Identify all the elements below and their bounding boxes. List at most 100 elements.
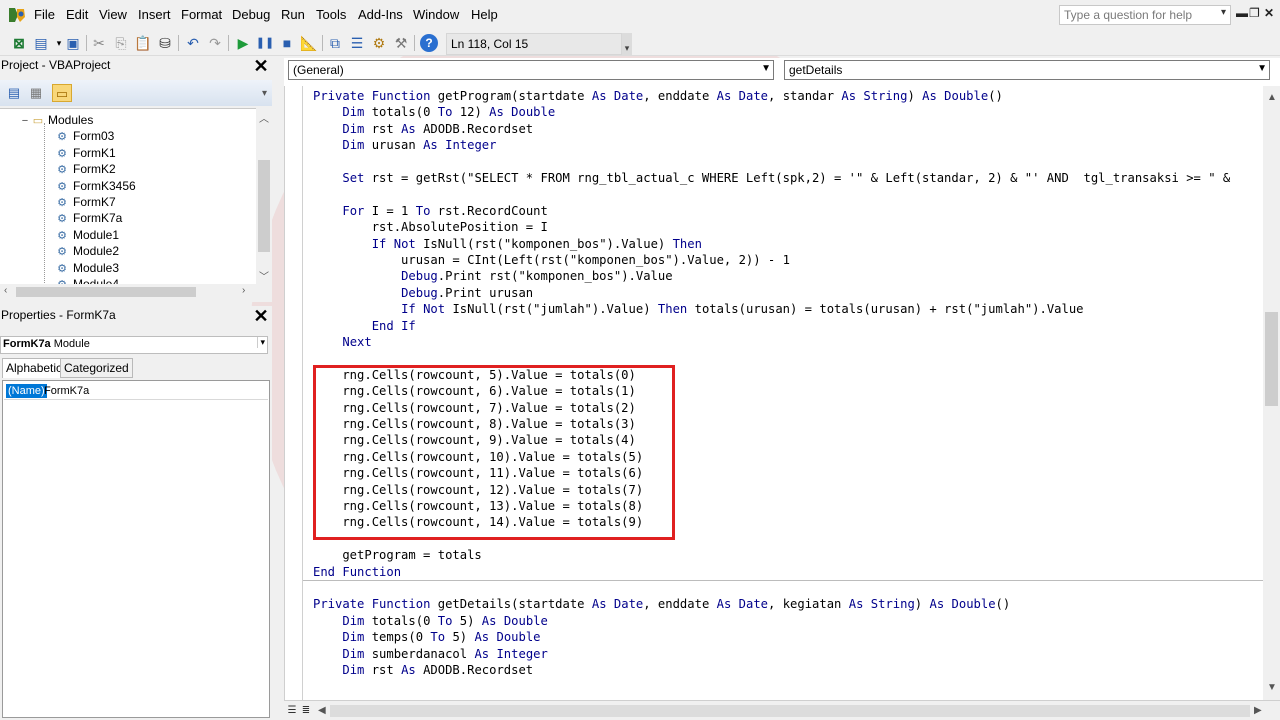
scrollbar-thumb[interactable] <box>1265 312 1278 406</box>
object-combo[interactable]: (General) ▼ <box>288 60 774 80</box>
tree-item[interactable]: − ▭ Modules <box>20 113 94 129</box>
tree-item[interactable]: ⚙ Module2 <box>54 244 119 260</box>
code-line[interactable]: rng.Cells(rowcount, 11).Value = totals(6… <box>313 465 643 481</box>
code-line[interactable]: Dim rst As ADODB.Recordset <box>313 121 533 137</box>
tree-item[interactable]: ⚙Module4 <box>54 277 119 284</box>
excel-view-icon[interactable]: ⊠ <box>10 34 28 52</box>
run-icon[interactable]: ▶ <box>234 34 252 52</box>
scroll-up-icon[interactable]: ︿ <box>259 110 269 125</box>
paste-icon[interactable]: 📋 <box>134 34 152 52</box>
insert-userform-icon[interactable]: ▤ <box>32 34 50 52</box>
view-object-icon[interactable]: ▦ <box>26 84 46 102</box>
code-line[interactable]: rng.Cells(rowcount, 5).Value = totals(0) <box>313 367 636 383</box>
menu-add-ins[interactable]: Add-Ins <box>358 7 403 22</box>
menu-edit[interactable]: Edit <box>66 7 88 22</box>
procedure-combo[interactable]: getDetails ▼ <box>784 60 1270 80</box>
code-line[interactable]: rng.Cells(rowcount, 12).Value = totals(7… <box>313 482 643 498</box>
code-line[interactable]: End Function <box>313 564 401 580</box>
cut-icon[interactable]: ✂ <box>90 34 108 52</box>
code-line[interactable]: Private Function getDetails(startdate As… <box>313 596 1010 612</box>
scroll-left-icon[interactable]: ‹ <box>4 285 7 296</box>
close-icon[interactable]: ✕ <box>252 307 270 326</box>
tree-item[interactable]: ⚙ Module3 <box>54 261 119 277</box>
scroll-down-icon[interactable]: ▼ <box>1267 682 1277 693</box>
minimize-icon[interactable]: ▬ <box>1236 6 1248 20</box>
scrollbar-thumb[interactable] <box>330 705 1250 717</box>
design-mode-icon[interactable]: 📐 <box>300 34 318 52</box>
code-line[interactable]: getProgram = totals <box>313 547 481 563</box>
properties-window-icon[interactable]: ☰ <box>348 34 366 52</box>
collapse-icon[interactable]: − <box>20 115 30 127</box>
property-value[interactable]: FormK7a <box>44 384 89 398</box>
menu-run[interactable]: Run <box>281 7 305 22</box>
view-code-icon[interactable]: ▤ <box>4 84 24 102</box>
menu-help[interactable]: Help <box>471 7 498 22</box>
tree-item[interactable]: ⚙ Module1 <box>54 228 119 244</box>
code-line[interactable]: rng.Cells(rowcount, 7).Value = totals(2) <box>313 400 636 416</box>
code-line[interactable]: Debug.Print rst("komponen_bos").Value <box>313 268 673 284</box>
scroll-down-icon[interactable]: ﹀ <box>259 268 269 283</box>
toolbar-overflow-icon[interactable]: ▾ <box>622 33 632 55</box>
redo-icon[interactable]: ↷ <box>206 34 224 52</box>
chevron-down-icon[interactable]: ▾ <box>1221 7 1226 18</box>
chevron-down-icon[interactable]: ▾ <box>257 337 265 348</box>
code-line[interactable]: Dim totals(0 To 5) As Double <box>313 613 548 629</box>
tab-categorized[interactable]: Categorized <box>60 358 133 378</box>
code-vertical-scrollbar[interactable]: ▲ ▼ <box>1263 86 1280 700</box>
code-line[interactable]: Private Function getProgram(startdate As… <box>313 88 1003 104</box>
code-line[interactable]: rng.Cells(rowcount, 10).Value = totals(5… <box>313 449 643 465</box>
vba-app-icon[interactable] <box>6 5 28 25</box>
restore-icon[interactable]: ❐ <box>1249 6 1260 20</box>
menu-view[interactable]: View <box>99 7 127 22</box>
tab-alphabetic[interactable]: Alphabetic <box>2 358 67 378</box>
break-icon[interactable]: ❚❚ <box>256 34 274 52</box>
full-module-view-icon[interactable]: ≣ <box>300 704 312 718</box>
tree-vertical-scrollbar[interactable]: ︿ ﹀ <box>256 108 272 284</box>
tree-item[interactable]: ⚙ FormK3456 <box>54 179 136 195</box>
close-icon[interactable]: ✕ <box>252 57 270 76</box>
scroll-up-icon[interactable]: ▲ <box>1267 92 1277 103</box>
help-search-input[interactable]: Type a question for help ▾ <box>1059 5 1231 25</box>
object-browser-icon[interactable]: ⚙ <box>370 34 388 52</box>
help-icon[interactable]: ? <box>420 34 438 52</box>
object-select[interactable]: FormK7a Module ▾ <box>0 336 268 354</box>
code-line[interactable]: For I = 1 To rst.RecordCount <box>313 203 547 219</box>
tree-item[interactable]: ⚙ FormK2 <box>54 162 116 178</box>
code-line[interactable]: Dim urusan As Integer <box>313 137 496 153</box>
menu-window[interactable]: Window <box>413 7 459 22</box>
code-line[interactable]: rng.Cells(rowcount, 14).Value = totals(9… <box>313 514 643 530</box>
save-icon[interactable]: ▣ <box>64 34 82 52</box>
menu-file[interactable]: File <box>34 7 55 22</box>
menu-debug[interactable]: Debug <box>232 7 270 22</box>
toolbox-icon[interactable]: ⚒ <box>392 34 410 52</box>
scrollbar-thumb[interactable] <box>16 287 196 297</box>
tree-horizontal-scrollbar[interactable]: ‹ › <box>0 284 256 300</box>
find-icon[interactable]: ⛁ <box>156 34 174 52</box>
project-explorer-icon[interactable]: ⧉ <box>326 34 344 52</box>
code-horizontal-scrollbar[interactable]: ☰ ≣ ◀ ▶ <box>284 700 1280 720</box>
code-line[interactable]: rng.Cells(rowcount, 6).Value = totals(1) <box>313 383 636 399</box>
code-line[interactable]: Next <box>313 334 371 350</box>
code-line[interactable]: rng.Cells(rowcount, 8).Value = totals(3) <box>313 416 636 432</box>
code-line[interactable]: Dim rst As ADODB.Recordset <box>313 662 533 678</box>
scroll-right-icon[interactable]: ▶ <box>1254 705 1262 716</box>
code-editor[interactable]: Private Function getProgram(startdate As… <box>284 86 1263 700</box>
close-icon[interactable]: ✕ <box>1264 6 1274 20</box>
margin-indicator-bar[interactable] <box>285 86 303 700</box>
tree-item[interactable]: ⚙ FormK1 <box>54 146 116 162</box>
scrollbar-thumb[interactable] <box>258 160 270 252</box>
code-line[interactable]: Set rst = getRst("SELECT * FROM rng_tbl_… <box>313 170 1238 186</box>
code-line[interactable]: If Not IsNull(rst("komponen_bos").Value)… <box>313 236 702 252</box>
code-line[interactable]: Dim sumberdanacol As Integer <box>313 646 547 662</box>
code-line[interactable]: If Not IsNull(rst("jumlah").Value) Then … <box>313 301 1083 317</box>
code-line[interactable]: rng.Cells(rowcount, 9).Value = totals(4) <box>313 432 636 448</box>
scroll-right-icon[interactable]: › <box>242 285 245 296</box>
chevron-down-icon[interactable]: ▼ <box>761 63 771 74</box>
toggle-folders-icon[interactable]: ▭ <box>52 84 72 102</box>
tree-item[interactable]: ⚙ FormK7 <box>54 195 116 211</box>
menu-insert[interactable]: Insert <box>138 7 171 22</box>
code-line[interactable]: urusan = CInt(Left(rst("komponen_bos").V… <box>313 252 790 268</box>
tree-item[interactable]: ⚙ Form03 <box>54 129 114 145</box>
code-line[interactable]: Debug.Print urusan <box>313 285 533 301</box>
code-line[interactable]: rst.AbsolutePosition = I <box>313 219 548 235</box>
